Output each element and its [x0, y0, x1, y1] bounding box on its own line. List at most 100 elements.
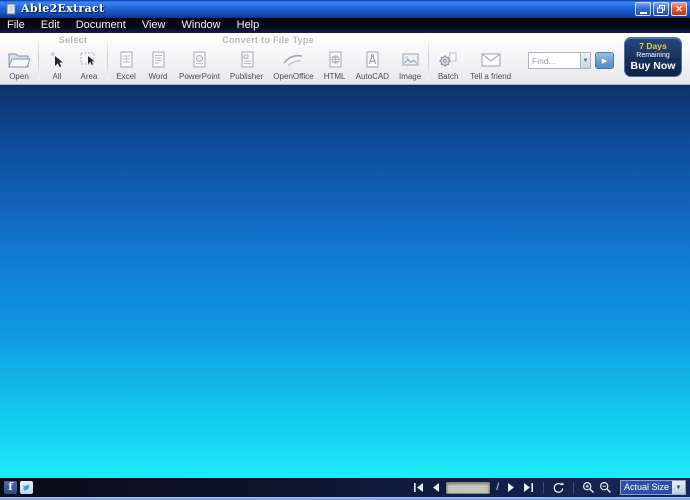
- convert-html-button[interactable]: HTML: [319, 46, 351, 84]
- zoom-level-select[interactable]: Actual Size ▼: [619, 480, 686, 495]
- tool-label: PowerPoint: [179, 72, 220, 81]
- zoom-in-button[interactable]: [582, 481, 595, 494]
- app-icon: [6, 3, 16, 15]
- find-go-button[interactable]: ▶: [595, 52, 614, 69]
- powerpoint-doc-icon: [188, 47, 210, 70]
- play-icon: ▶: [601, 57, 608, 65]
- select-area-icon: [78, 47, 100, 70]
- convert-autocad-button[interactable]: AutoCAD: [351, 46, 394, 84]
- tool-label: OpenOffice: [273, 72, 314, 81]
- first-page-icon: [414, 483, 424, 492]
- batch-gear-icon: [436, 47, 460, 70]
- next-page-icon: [507, 483, 514, 492]
- find-dropdown-button[interactable]: ▼: [580, 52, 591, 69]
- tool-label: All: [52, 72, 62, 81]
- first-page-button[interactable]: [412, 481, 425, 494]
- select-all-icon: [46, 47, 68, 70]
- menu-file[interactable]: File: [0, 18, 33, 33]
- tell-a-friend-button[interactable]: Tell a friend: [465, 46, 516, 84]
- chevron-down-icon: ▼: [672, 481, 685, 494]
- rotate-button[interactable]: [552, 481, 565, 494]
- menu-window[interactable]: Window: [174, 18, 229, 33]
- restore-button[interactable]: [653, 2, 669, 16]
- zoom-out-button[interactable]: [599, 481, 612, 494]
- next-page-button[interactable]: [505, 481, 518, 494]
- find-area: ▼ ▶: [528, 33, 614, 84]
- buy-now-button[interactable]: 7 Days Remaining Buy Now: [624, 37, 682, 77]
- toolbar: Open Select All Area Convert to File Typ…: [0, 33, 690, 85]
- prev-page-button[interactable]: [429, 481, 442, 494]
- open-group: Open: [2, 33, 36, 84]
- rotate-icon: [553, 482, 565, 493]
- menu-edit[interactable]: Edit: [33, 18, 68, 33]
- statusbar-separator: [542, 482, 544, 493]
- publisher-doc-icon: [236, 47, 258, 70]
- prev-page-icon: [433, 483, 440, 492]
- status-bar: f / Actual Size ▼: [0, 478, 690, 497]
- statusbar-separator: [572, 482, 574, 493]
- restore-icon: [657, 5, 665, 13]
- convert-openoffice-button[interactable]: OpenOffice: [268, 46, 318, 84]
- tool-label: Excel: [116, 72, 136, 81]
- last-page-icon: [523, 483, 533, 492]
- window-title: Able2Extract: [21, 2, 105, 15]
- page-number-input[interactable]: [446, 481, 491, 494]
- open-button[interactable]: Open: [2, 46, 36, 84]
- select-all-button[interactable]: All: [41, 46, 73, 84]
- tool-label: Word: [148, 72, 168, 81]
- convert-image-button[interactable]: Image: [394, 46, 426, 84]
- trial-remaining-text: Remaining: [636, 52, 670, 59]
- zoom-level-value: Actual Size: [620, 481, 672, 494]
- minimize-icon: [639, 11, 647, 14]
- tool-label: Area: [80, 72, 98, 81]
- title-bar: Able2Extract ✕: [0, 0, 690, 18]
- image-icon: [399, 47, 421, 70]
- excel-doc-icon: [115, 47, 137, 70]
- document-viewport: [0, 85, 690, 478]
- convert-group: Convert to File Type Excel Word PowerPoi…: [110, 33, 426, 84]
- find-input[interactable]: [528, 52, 580, 69]
- toolbar-separator: [428, 36, 430, 81]
- tool-label: AutoCAD: [355, 72, 389, 81]
- envelope-icon: [479, 47, 503, 70]
- tool-label: Publisher: [229, 72, 264, 81]
- menu-bar: File Edit Document View Window Help: [0, 18, 690, 33]
- open-folder-icon: [7, 47, 31, 70]
- convert-word-button[interactable]: Word: [142, 46, 174, 84]
- openoffice-icon: [281, 47, 305, 70]
- word-doc-icon: [147, 47, 169, 70]
- html-doc-icon: [324, 47, 346, 70]
- page-separator: /: [496, 482, 499, 493]
- select-group-label: Select: [58, 35, 88, 45]
- last-page-button[interactable]: [522, 481, 535, 494]
- autocad-doc-icon: [361, 47, 383, 70]
- zoom-out-icon: [599, 481, 611, 493]
- toolbar-separator: [38, 36, 39, 81]
- tool-label: HTML: [323, 72, 346, 81]
- misc-group: Batch Tell a friend: [431, 33, 516, 84]
- menu-document[interactable]: Document: [68, 18, 134, 33]
- tool-label: Tell a friend: [470, 72, 512, 81]
- select-area-button[interactable]: Area: [73, 46, 105, 84]
- convert-powerpoint-button[interactable]: PowerPoint: [174, 46, 225, 84]
- tool-label: Open: [9, 72, 29, 81]
- twitter-icon[interactable]: [20, 481, 33, 494]
- app-window: Able2Extract ✕ File Edit Document View W…: [0, 0, 690, 500]
- close-icon: ✕: [675, 3, 683, 14]
- convert-excel-button[interactable]: Excel: [110, 46, 142, 84]
- zoom-in-icon: [582, 481, 594, 493]
- tool-label: Image: [398, 72, 422, 81]
- facebook-icon[interactable]: f: [4, 481, 17, 494]
- select-group: Select All Area: [41, 33, 105, 84]
- buy-now-label: Buy Now: [630, 60, 676, 72]
- minimize-button[interactable]: [635, 2, 651, 16]
- menu-help[interactable]: Help: [229, 18, 268, 33]
- menu-view[interactable]: View: [134, 18, 174, 33]
- close-button[interactable]: ✕: [671, 2, 687, 16]
- convert-group-label: Convert to File Type: [222, 35, 315, 45]
- batch-button[interactable]: Batch: [431, 46, 465, 84]
- trial-days-text: 7 Days: [639, 41, 667, 51]
- toolbar-separator: [107, 36, 108, 81]
- tool-label: Batch: [437, 72, 459, 81]
- convert-publisher-button[interactable]: Publisher: [225, 46, 268, 84]
